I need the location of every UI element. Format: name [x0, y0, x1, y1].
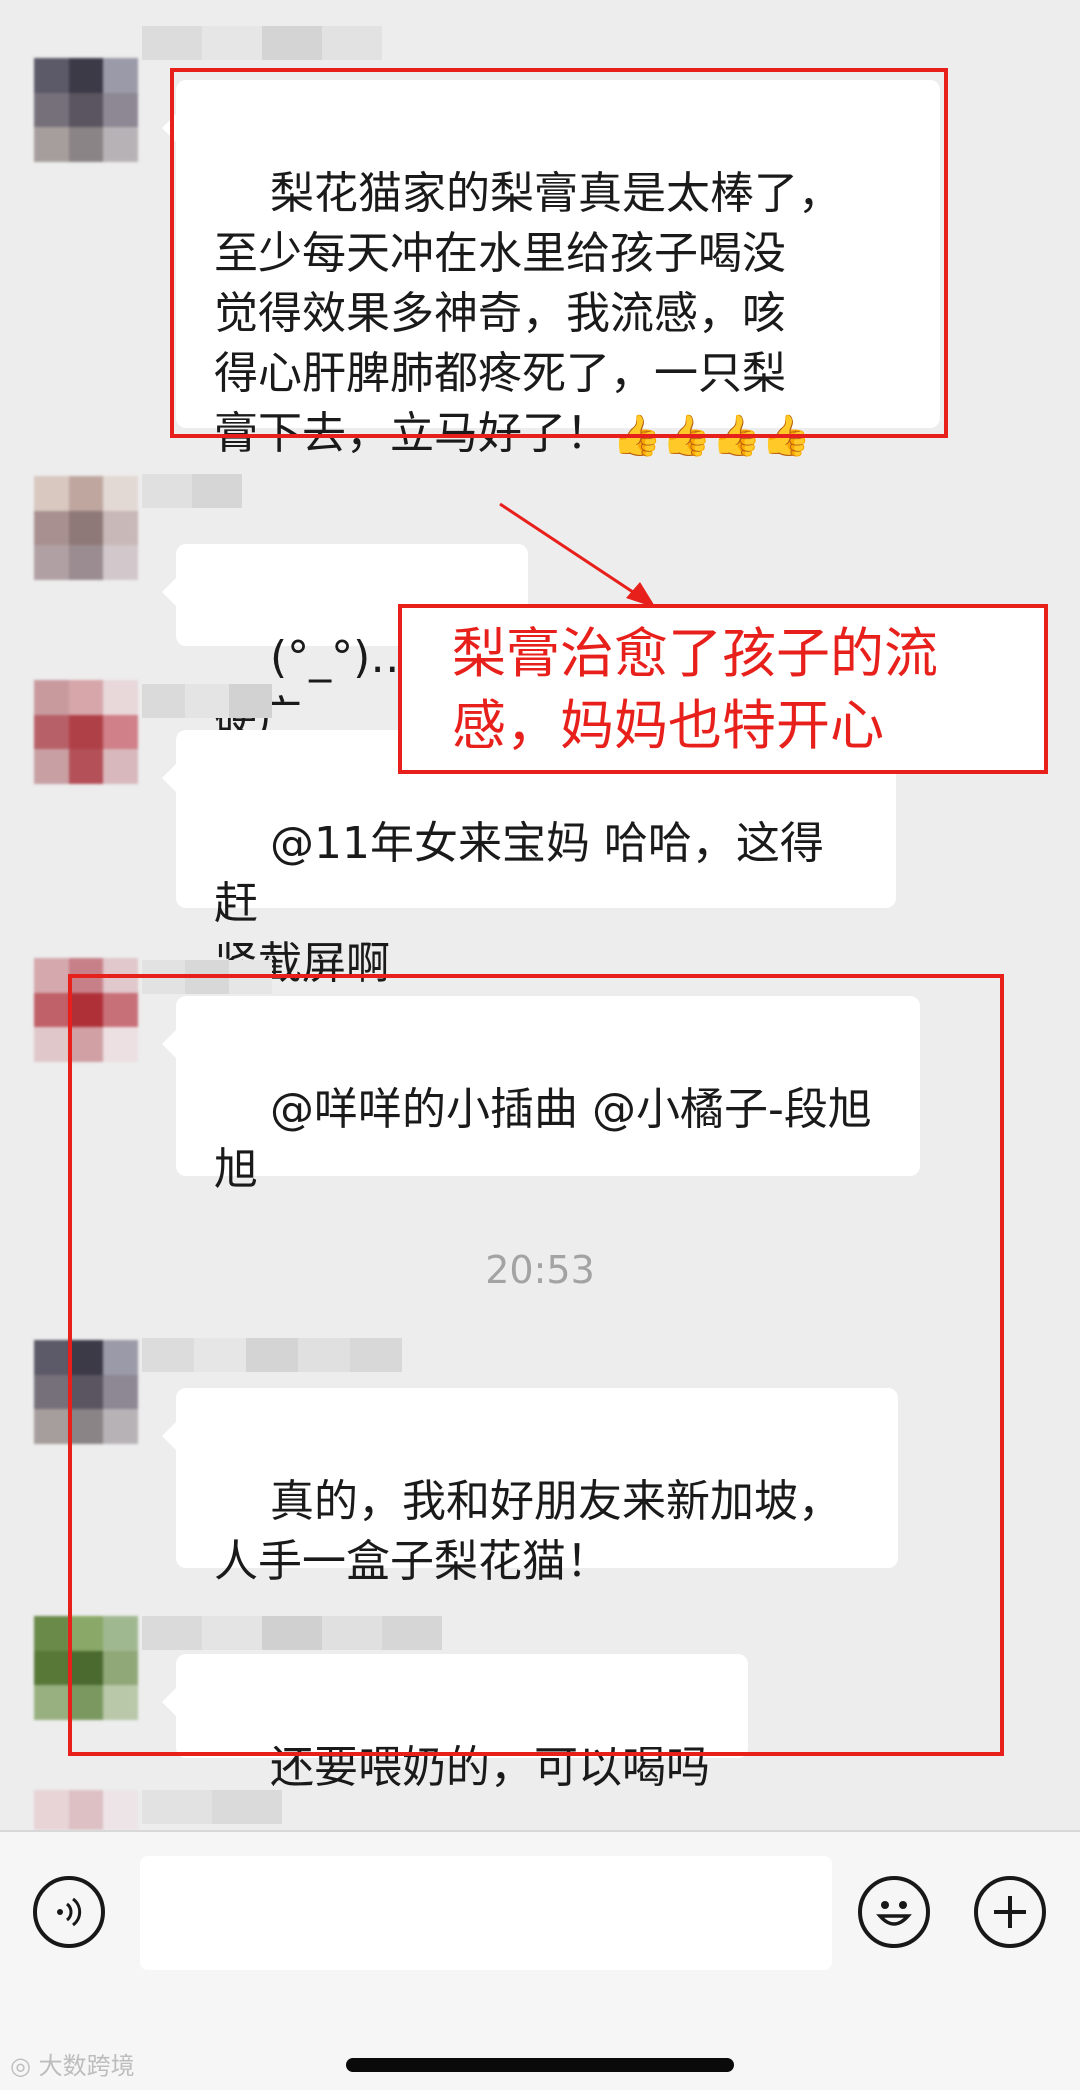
message-input[interactable] [140, 1856, 832, 1970]
watermark-logo-icon: ◎ [10, 2052, 31, 2080]
chat-area: 梨花猫家的梨膏真是太棒了， 至少每天冲在水里给孩子喝没 觉得效果多神奇，我流感，… [0, 0, 1080, 1830]
annotation-line: 感，妈妈也特开心 [452, 694, 884, 757]
add-icon[interactable] [974, 1876, 1046, 1948]
home-indicator[interactable] [346, 2058, 734, 2072]
input-bar [0, 1830, 1080, 2090]
plus-icon [994, 1896, 1026, 1928]
voice-icon-glyph [57, 1897, 82, 1927]
watermark: ◎ 大数跨境 [10, 2046, 135, 2081]
emoji-icon[interactable] [858, 1876, 930, 1948]
voice-icon[interactable] [33, 1876, 105, 1948]
smiley-icon [876, 1901, 912, 1926]
pointer-arrow [499, 502, 656, 608]
watermark-text: 大数跨境 [38, 2052, 135, 2080]
annotation-line: 梨膏治愈了孩子的流 [452, 622, 938, 685]
annotation-callout: 梨膏治愈了孩子的流 感，妈妈也特开心 [398, 604, 1048, 774]
